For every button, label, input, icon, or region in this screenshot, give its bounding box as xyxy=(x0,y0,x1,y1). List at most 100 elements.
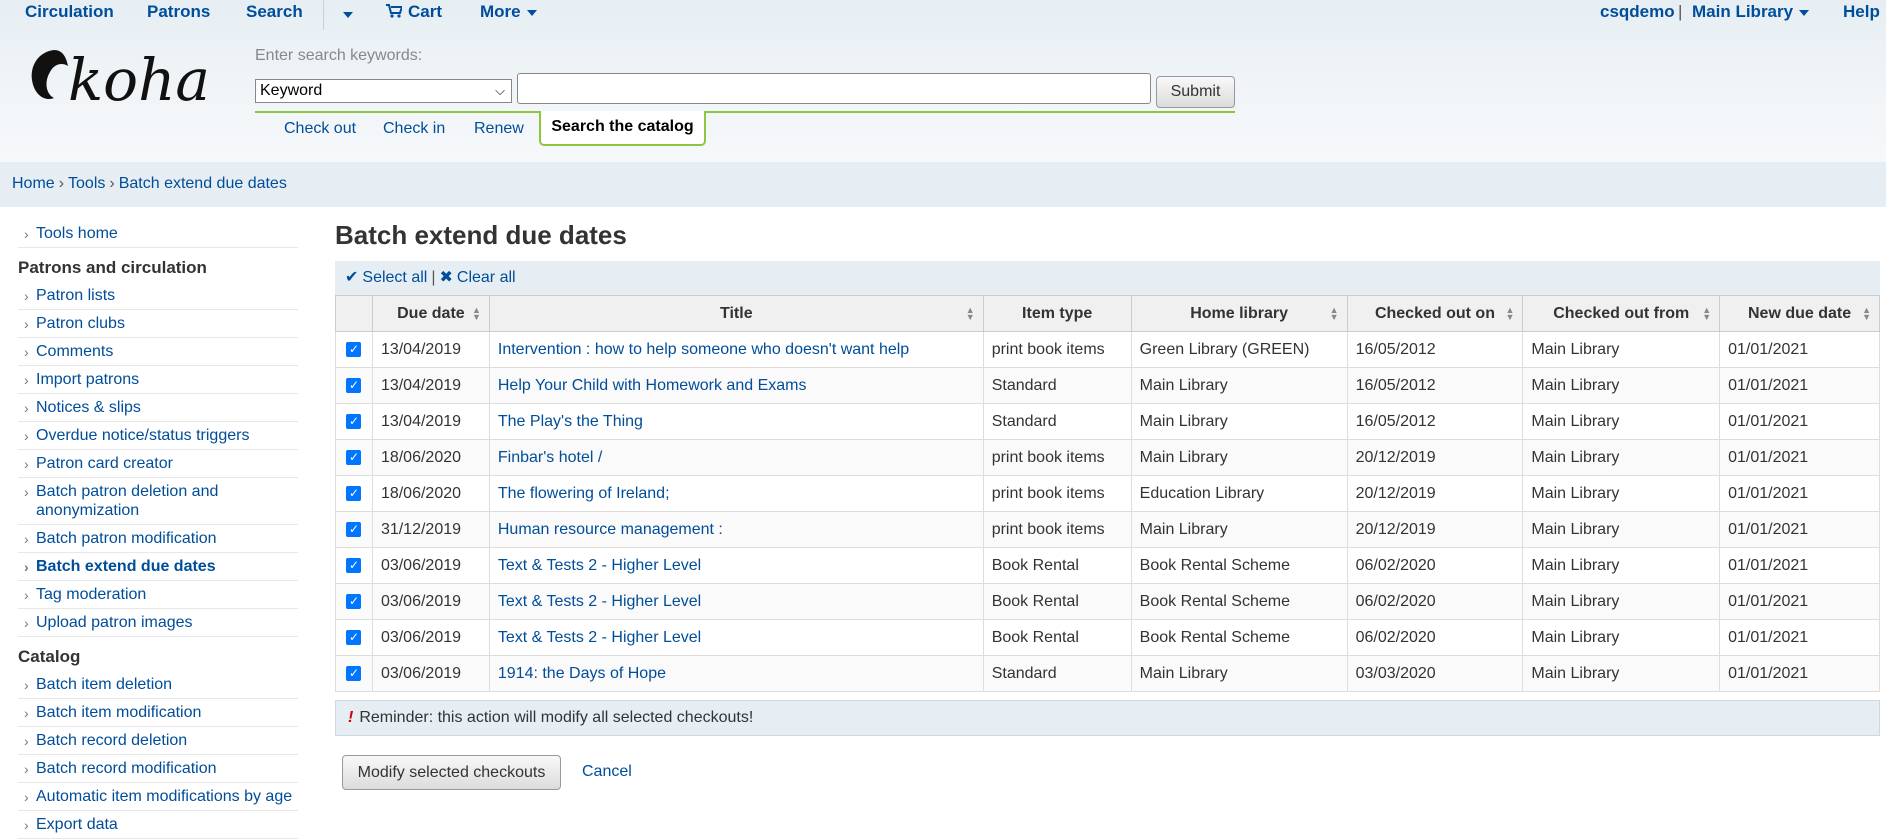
nav-library[interactable]: Main Library xyxy=(1692,2,1810,22)
cell-item-type: Book Rental xyxy=(982,547,1132,584)
row-checkbox[interactable]: ✓ xyxy=(346,485,362,501)
row-checkbox[interactable]: ✓ xyxy=(346,665,362,681)
title-link[interactable]: Human resource management : xyxy=(498,521,723,538)
cell-checked-out-on: 06/02/2020 xyxy=(1346,547,1524,584)
select-toolbar: ✔ Select all | ✖ Clear all xyxy=(335,261,1880,295)
column-header-checked-out-from[interactable]: Checked out from ▲ ▼ xyxy=(1522,295,1721,332)
sidebar-item-patron-clubs[interactable]: Patron clubs xyxy=(18,310,298,338)
column-header-due-date[interactable]: Due date ▲ ▼ xyxy=(371,295,490,332)
sidebar-item-tools-home[interactable]: Tools home xyxy=(18,220,298,248)
tab-check-out[interactable]: Check out xyxy=(284,120,356,138)
search-type-value: Keyword xyxy=(260,82,323,99)
column-header-new-due-date[interactable]: New due date ▲ ▼ xyxy=(1719,295,1880,332)
row-checkbox[interactable]: ✓ xyxy=(346,449,362,465)
cancel-link[interactable]: Cancel xyxy=(582,763,632,781)
title-link[interactable]: 1914: the Days of Hope xyxy=(498,665,666,682)
sidebar-item-batch-patron-deletion[interactable]: Batch patron deletion and anonymization xyxy=(18,478,298,525)
search-submit-button[interactable]: Submit xyxy=(1156,76,1235,108)
column-header-title[interactable]: Title ▲ ▼ xyxy=(488,295,984,332)
chevron-down-icon: ⌵ xyxy=(495,83,505,98)
row-checkbox[interactable]: ✓ xyxy=(346,593,362,609)
cell-checked-out-on: 16/05/2012 xyxy=(1346,331,1524,368)
table-row: ✓ 03/06/2019 Text & Tests 2 - Higher Lev… xyxy=(335,619,1880,656)
cell-checked-out-on: 20/12/2019 xyxy=(1346,475,1524,512)
breadcrumb-home[interactable]: Home xyxy=(12,175,55,192)
title-link[interactable]: Intervention : how to help someone who d… xyxy=(498,341,909,358)
nav-circulation[interactable]: Circulation xyxy=(25,2,114,22)
logo-text: koha xyxy=(68,46,210,110)
sidebar-item-patron-card-creator[interactable]: Patron card creator xyxy=(18,450,298,478)
cell-title: Intervention : how to help someone who d… xyxy=(488,331,984,368)
sidebar-item-overdue-triggers[interactable]: Overdue notice/status triggers xyxy=(18,422,298,450)
row-checkbox[interactable]: ✓ xyxy=(346,377,362,393)
column-header-home-library[interactable]: Home library ▲ ▼ xyxy=(1130,295,1348,332)
cell-title: Text & Tests 2 - Higher Level xyxy=(488,547,984,584)
cell-due-date: 03/06/2019 xyxy=(371,619,490,656)
koha-logo[interactable]: koha xyxy=(28,44,214,110)
title-link[interactable]: The flowering of Ireland; xyxy=(498,485,670,502)
sidebar-heading-patrons: Patrons and circulation xyxy=(18,258,207,277)
cell-new-due-date: 01/01/2021 xyxy=(1719,547,1880,584)
sidebar-item-batch-record-modification[interactable]: Batch record modification xyxy=(18,755,298,783)
breadcrumb-current[interactable]: Batch extend due dates xyxy=(119,175,287,192)
tab-renew[interactable]: Renew xyxy=(474,120,524,138)
row-checkbox[interactable]: ✓ xyxy=(346,629,362,645)
search-input[interactable] xyxy=(517,73,1151,104)
main-content: Batch extend due dates ✔ Select all | ✖ Clea… xyxy=(335,220,1880,791)
sidebar-item-notices-slips[interactable]: Notices & slips xyxy=(18,394,298,422)
title-link[interactable]: Text & Tests 2 - Higher Level xyxy=(498,629,701,646)
sidebar-item-automatic-item-modifications[interactable]: Automatic item modifications by age xyxy=(18,783,298,811)
breadcrumb-tools[interactable]: Tools xyxy=(68,175,105,192)
row-select-cell: ✓ xyxy=(335,331,373,368)
table-row: ✓ 03/06/2019 Text & Tests 2 - Higher Lev… xyxy=(335,583,1880,620)
clear-all-link[interactable]: ✖ Clear all xyxy=(439,269,515,286)
sort-icon: ▲ ▼ xyxy=(1329,305,1339,322)
sidebar-item-batch-extend-due-dates[interactable]: Batch extend due dates xyxy=(18,553,298,581)
sidebar-item-patron-lists[interactable]: Patron lists xyxy=(18,282,298,310)
column-header-checked-out-on[interactable]: Checked out on ▲ ▼ xyxy=(1346,295,1524,332)
sidebar-item-export-data[interactable]: Export data xyxy=(18,811,298,839)
sidebar-item-upload-patron-images[interactable]: Upload patron images xyxy=(18,609,298,637)
cell-home-library: Green Library (GREEN) xyxy=(1130,331,1348,368)
cell-due-date: 03/06/2019 xyxy=(371,655,490,692)
title-link[interactable]: Text & Tests 2 - Higher Level xyxy=(498,557,701,574)
row-checkbox[interactable]: ✓ xyxy=(346,413,362,429)
sidebar-item-tag-moderation[interactable]: Tag moderation xyxy=(18,581,298,609)
sidebar-item-batch-item-modification[interactable]: Batch item modification xyxy=(18,699,298,727)
row-checkbox[interactable]: ✓ xyxy=(346,341,362,357)
title-link[interactable]: Finbar's hotel / xyxy=(498,449,602,466)
tab-check-in[interactable]: Check in xyxy=(383,120,445,138)
cell-home-library: Main Library xyxy=(1130,367,1348,404)
row-checkbox[interactable]: ✓ xyxy=(346,557,362,573)
cell-title: Text & Tests 2 - Higher Level xyxy=(488,619,984,656)
column-header-label: Home library xyxy=(1190,304,1289,322)
row-checkbox[interactable]: ✓ xyxy=(346,521,362,537)
nav-user[interactable]: csqdemo xyxy=(1600,2,1675,22)
clear-all-label: Clear all xyxy=(456,269,516,286)
cell-checked-out-from: Main Library xyxy=(1522,331,1721,368)
nav-divider xyxy=(323,0,324,30)
cell-checked-out-from: Main Library xyxy=(1522,367,1721,404)
sidebar-item-batch-item-deletion[interactable]: Batch item deletion xyxy=(18,671,298,699)
nav-search[interactable]: Search xyxy=(246,2,303,22)
cell-home-library: Book Rental Scheme xyxy=(1130,619,1348,656)
sidebar-item-import-patrons[interactable]: Import patrons xyxy=(18,366,298,394)
cell-item-type: print book items xyxy=(982,439,1132,476)
nav-help[interactable]: Help xyxy=(1843,2,1880,22)
row-select-cell: ✓ xyxy=(335,403,373,440)
title-link[interactable]: Text & Tests 2 - Higher Level xyxy=(498,593,701,610)
nav-cart[interactable]: Cart xyxy=(386,2,442,22)
search-type-select[interactable]: Keyword ⌵ xyxy=(255,79,512,103)
sidebar-item-batch-record-deletion[interactable]: Batch record deletion xyxy=(18,727,298,755)
nav-more[interactable]: More xyxy=(480,2,537,22)
modify-selected-checkouts-button[interactable]: Modify selected checkouts xyxy=(342,755,561,790)
tab-search-catalog[interactable]: Search the catalog xyxy=(539,111,706,146)
title-link[interactable]: Help Your Child with Homework and Exams xyxy=(498,377,807,394)
title-link[interactable]: The Play's the Thing xyxy=(498,413,643,430)
nav-patrons[interactable]: Patrons xyxy=(147,2,210,22)
sidebar-item-comments[interactable]: Comments xyxy=(18,338,298,366)
cell-title: 1914: the Days of Hope xyxy=(488,655,984,692)
nav-search-dropdown[interactable] xyxy=(337,4,353,24)
sidebar-item-batch-patron-modification[interactable]: Batch patron modification xyxy=(18,525,298,553)
select-all-link[interactable]: ✔ Select all xyxy=(345,269,427,286)
